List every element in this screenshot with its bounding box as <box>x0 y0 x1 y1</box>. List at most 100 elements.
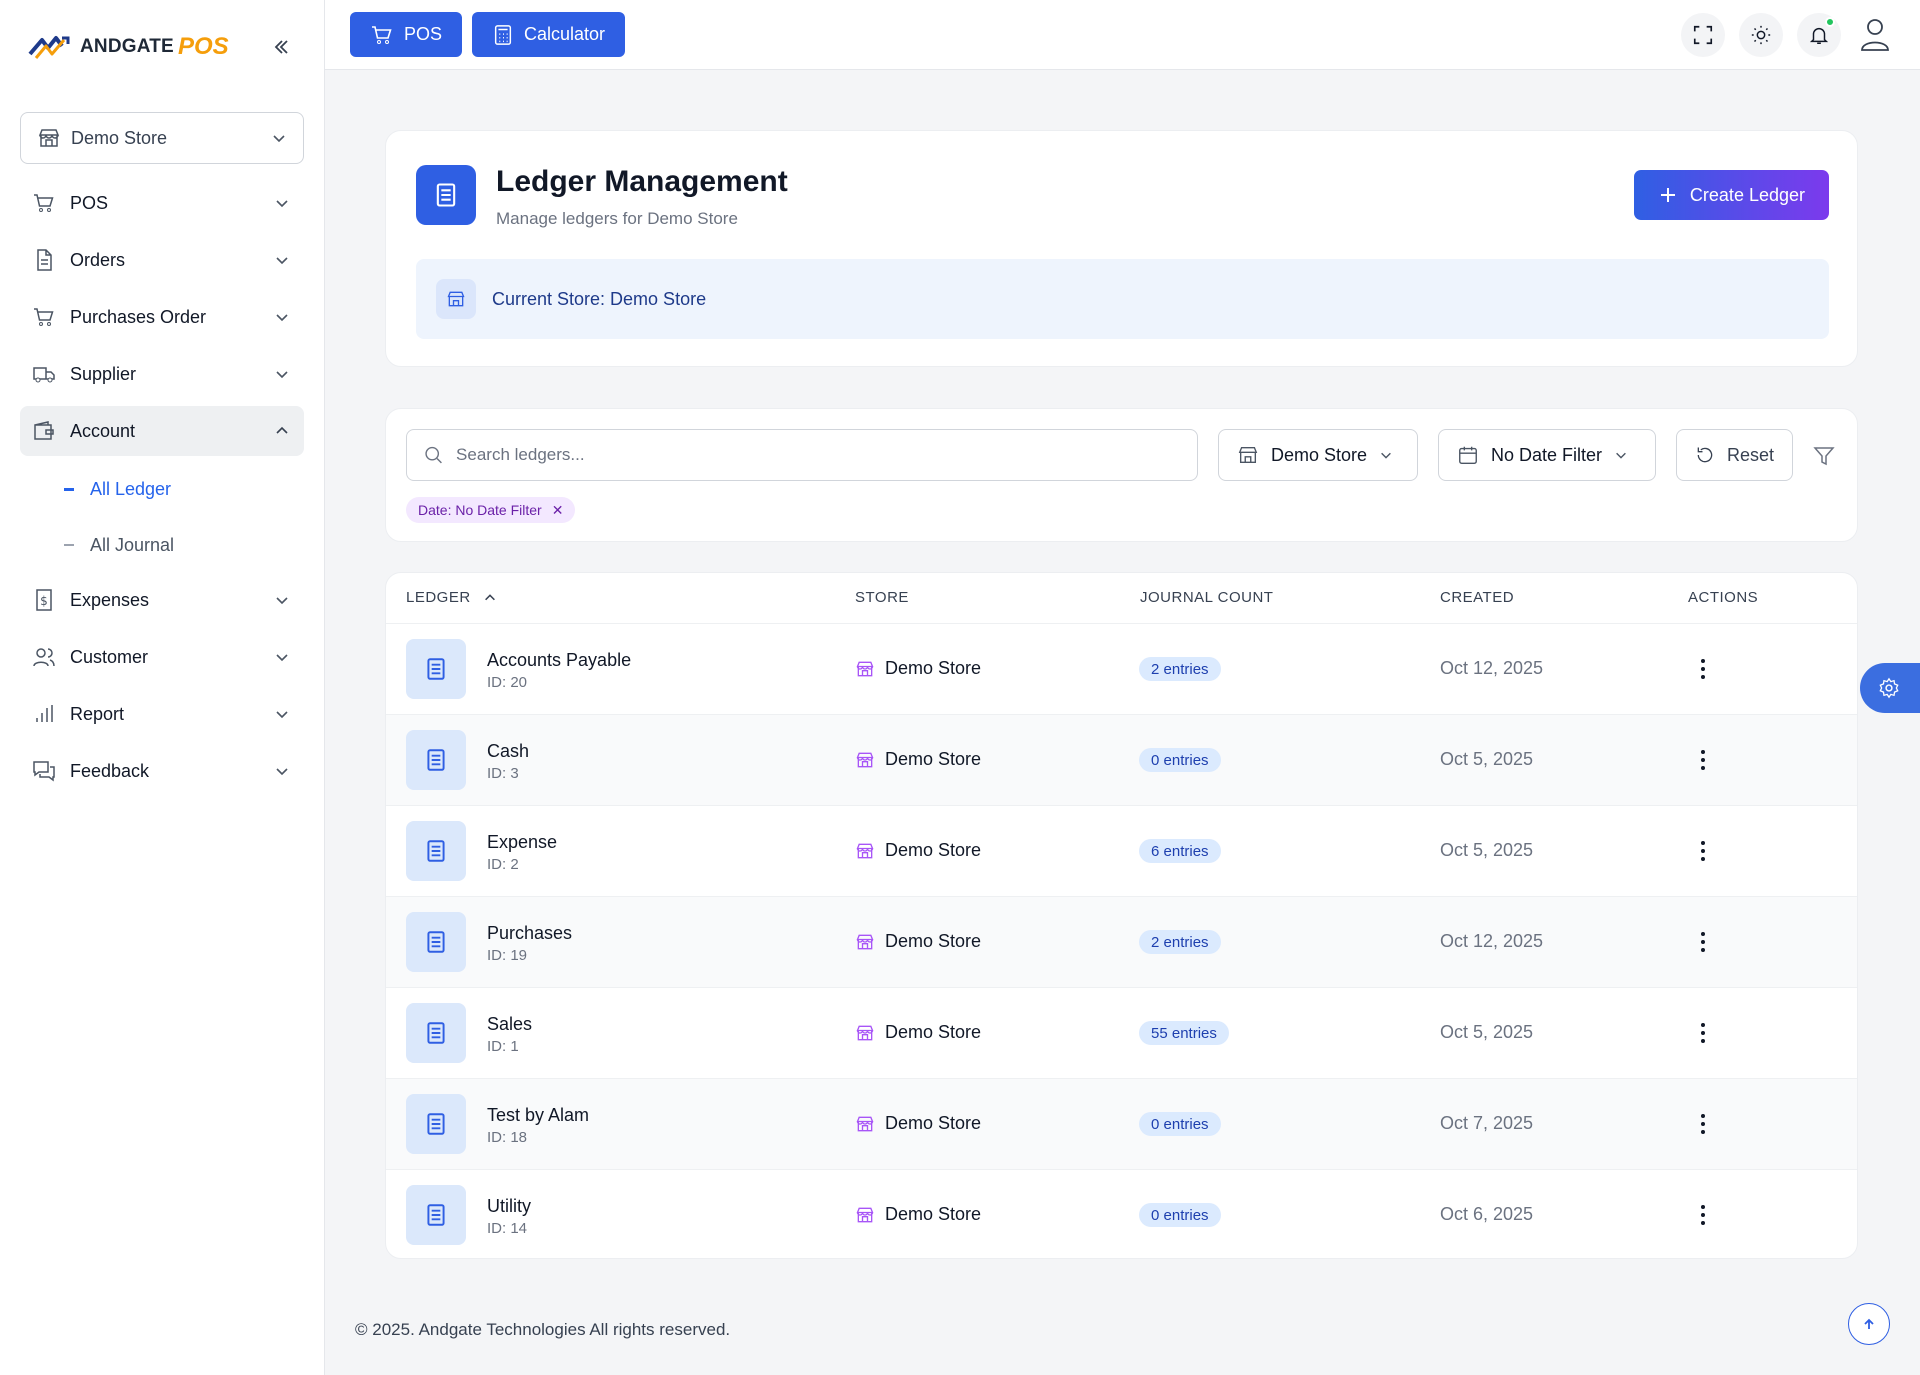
row-actions-button[interactable] <box>1691 836 1715 866</box>
sidebar-item-label: POS <box>70 192 109 213</box>
kebab-dot <box>1701 667 1705 671</box>
current-store-banner: Current Store: Demo Store <box>416 259 1829 339</box>
sidebar-item-orders[interactable]: Orders <box>20 235 304 285</box>
row-actions-button[interactable] <box>1691 927 1715 957</box>
ledger-icon <box>406 1094 466 1154</box>
ledger-name[interactable]: Test by Alam <box>487 1105 589 1126</box>
sidebar-subitem-all-ledger[interactable]: All Ledger <box>20 463 304 515</box>
calculator-button-label: Calculator <box>524 24 606 44</box>
table-row[interactable]: Test by Alam ID: 18 Demo Store 0 entries Oct… <box>386 1078 1857 1169</box>
filter-toggle-button[interactable] <box>1809 441 1839 471</box>
ledger-name[interactable]: Expense <box>487 832 557 853</box>
date-filter-dropdown[interactable]: No Date Filter <box>1438 429 1656 481</box>
row-actions-button[interactable] <box>1691 745 1715 775</box>
table-header: LEDGER STORE JOURNAL COUNT CREATED ACTIO… <box>386 573 1857 623</box>
arrow-up-icon <box>1864 1318 1874 1329</box>
sidebar-item-purchases-order[interactable]: Purchases Order <box>20 292 304 342</box>
kebab-dot <box>1701 1221 1705 1225</box>
sort-asc-icon <box>484 593 495 600</box>
notifications-button[interactable] <box>1797 12 1841 57</box>
kebab-dot <box>1701 750 1705 754</box>
sidebar-item-report[interactable]: Report <box>20 689 304 739</box>
scroll-to-top-button[interactable] <box>1848 1303 1890 1345</box>
column-header-actions: ACTIONS <box>1688 589 1759 606</box>
reset-button[interactable]: Reset <box>1676 429 1793 481</box>
sidebar-item-label: Account <box>70 420 136 441</box>
table-row[interactable]: Accounts Payable ID: 20 Demo Store 2 entrie… <box>386 623 1857 714</box>
search-icon <box>425 446 442 464</box>
sidebar-item-label: Report <box>70 703 125 724</box>
notification-dot <box>1825 16 1835 27</box>
sidebar-item-expenses[interactable]: $ Expenses <box>20 575 304 625</box>
kebab-dot <box>1701 1122 1705 1126</box>
create-ledger-button[interactable]: Create Ledger <box>1633 170 1829 220</box>
kebab-dot <box>1701 841 1705 845</box>
table-row[interactable]: Sales ID: 1 Demo Store 55 entries Oct 5, 202… <box>386 987 1857 1078</box>
sidebar-item-customer[interactable]: Customer <box>20 632 304 682</box>
search-input[interactable] <box>456 445 1181 465</box>
store-icon <box>1238 446 1258 464</box>
ledger-icon <box>406 639 466 699</box>
collapse-sidebar-button[interactable] <box>266 32 296 62</box>
row-actions-button[interactable] <box>1691 1018 1715 1048</box>
ledger-id: ID: 20 <box>487 674 528 691</box>
kebab-dot <box>1701 659 1705 663</box>
store-filter-dropdown[interactable]: Demo Store <box>1218 429 1418 481</box>
gear-icon <box>1879 677 1899 699</box>
row-actions-button[interactable] <box>1691 1109 1715 1139</box>
store-cell: Demo Store <box>855 840 981 861</box>
chat-icon <box>33 761 55 782</box>
reset-icon <box>1697 447 1713 463</box>
header-card: Ledger Management Manage ledgers for Dem… <box>385 130 1858 367</box>
table-row[interactable]: Utility ID: 14 Demo Store 0 entries Oct 6, 2… <box>386 1169 1857 1258</box>
remove-filter-icon[interactable]: ✕ <box>552 502 564 519</box>
kebab-dot <box>1701 1213 1705 1217</box>
column-header-ledger[interactable]: LEDGER <box>406 589 497 606</box>
ledger-icon <box>406 730 466 790</box>
sidebar-item-label: Supplier <box>70 363 137 384</box>
ledger-name[interactable]: Cash <box>487 741 529 762</box>
ledger-id: ID: 1 <box>487 1038 519 1055</box>
table-row[interactable]: Expense ID: 2 Demo Store 6 entries Oct 5, 20… <box>386 805 1857 896</box>
main-content: Ledger Management Manage ledgers for Dem… <box>355 70 1890 1290</box>
column-header-store: STORE <box>855 589 909 606</box>
pos-button[interactable]: POS <box>350 12 463 57</box>
store-name: Demo Store <box>885 1022 982 1042</box>
table-row[interactable]: Purchases ID: 19 Demo Store 2 entries Oct 12… <box>386 896 1857 987</box>
sidebar-subitem-all-journal[interactable]: All Journal <box>20 519 304 571</box>
theme-toggle-button[interactable] <box>1739 12 1783 57</box>
calculator-button[interactable]: Calculator <box>472 12 626 57</box>
row-actions-button[interactable] <box>1691 654 1715 684</box>
ledger-name[interactable]: Utility <box>487 1196 531 1217</box>
journal-count-badge: 0 entries <box>1139 748 1221 772</box>
settings-floating-button[interactable] <box>1860 663 1920 713</box>
topbar: POS Calculator <box>325 0 1920 70</box>
sidebar-item-account[interactable]: Account <box>20 406 304 456</box>
user-menu-button[interactable] <box>1855 13 1895 57</box>
row-actions-button[interactable] <box>1691 1200 1715 1230</box>
sidebar-subitem-label: All Journal <box>90 534 175 555</box>
sidebar-subitem-label: All Ledger <box>90 478 172 499</box>
sidebar: ANDGATE POS Demo Store POS Orders Purcha… <box>0 0 325 1375</box>
dash <box>64 544 74 546</box>
brand-logo[interactable]: ANDGATE POS <box>28 32 229 62</box>
sidebar-item-feedback[interactable]: Feedback <box>20 746 304 796</box>
sidebar-item-pos[interactable]: POS <box>20 178 304 228</box>
filter-card: Demo Store No Date Filter Reset Date: No… <box>385 408 1858 542</box>
document-icon <box>37 249 52 271</box>
sidebar-item-supplier[interactable]: Supplier <box>20 349 304 399</box>
table-row[interactable]: Cash ID: 3 Demo Store 0 entries Oct 5, 2025 <box>386 714 1857 805</box>
current-store-text: Current Store: Demo Store <box>492 288 707 309</box>
ledger-name[interactable]: Accounts Payable <box>487 650 631 671</box>
journal-count-badge: 0 entries <box>1139 1112 1221 1136</box>
brand-name: ANDGATE <box>80 36 174 57</box>
chevron-down-icon <box>276 711 288 719</box>
store-filter-label: Demo Store <box>1271 444 1368 465</box>
ledger-name[interactable]: Purchases <box>487 923 572 944</box>
ledger-name[interactable]: Sales <box>487 1014 532 1035</box>
fullscreen-button[interactable] <box>1681 12 1725 57</box>
store-selector[interactable]: Demo Store <box>20 112 304 164</box>
footer-copyright: © 2025. Andgate Technologies All rights … <box>355 1320 731 1339</box>
ledger-id: ID: 19 <box>487 947 528 964</box>
store-cell: Demo Store <box>855 1022 981 1043</box>
